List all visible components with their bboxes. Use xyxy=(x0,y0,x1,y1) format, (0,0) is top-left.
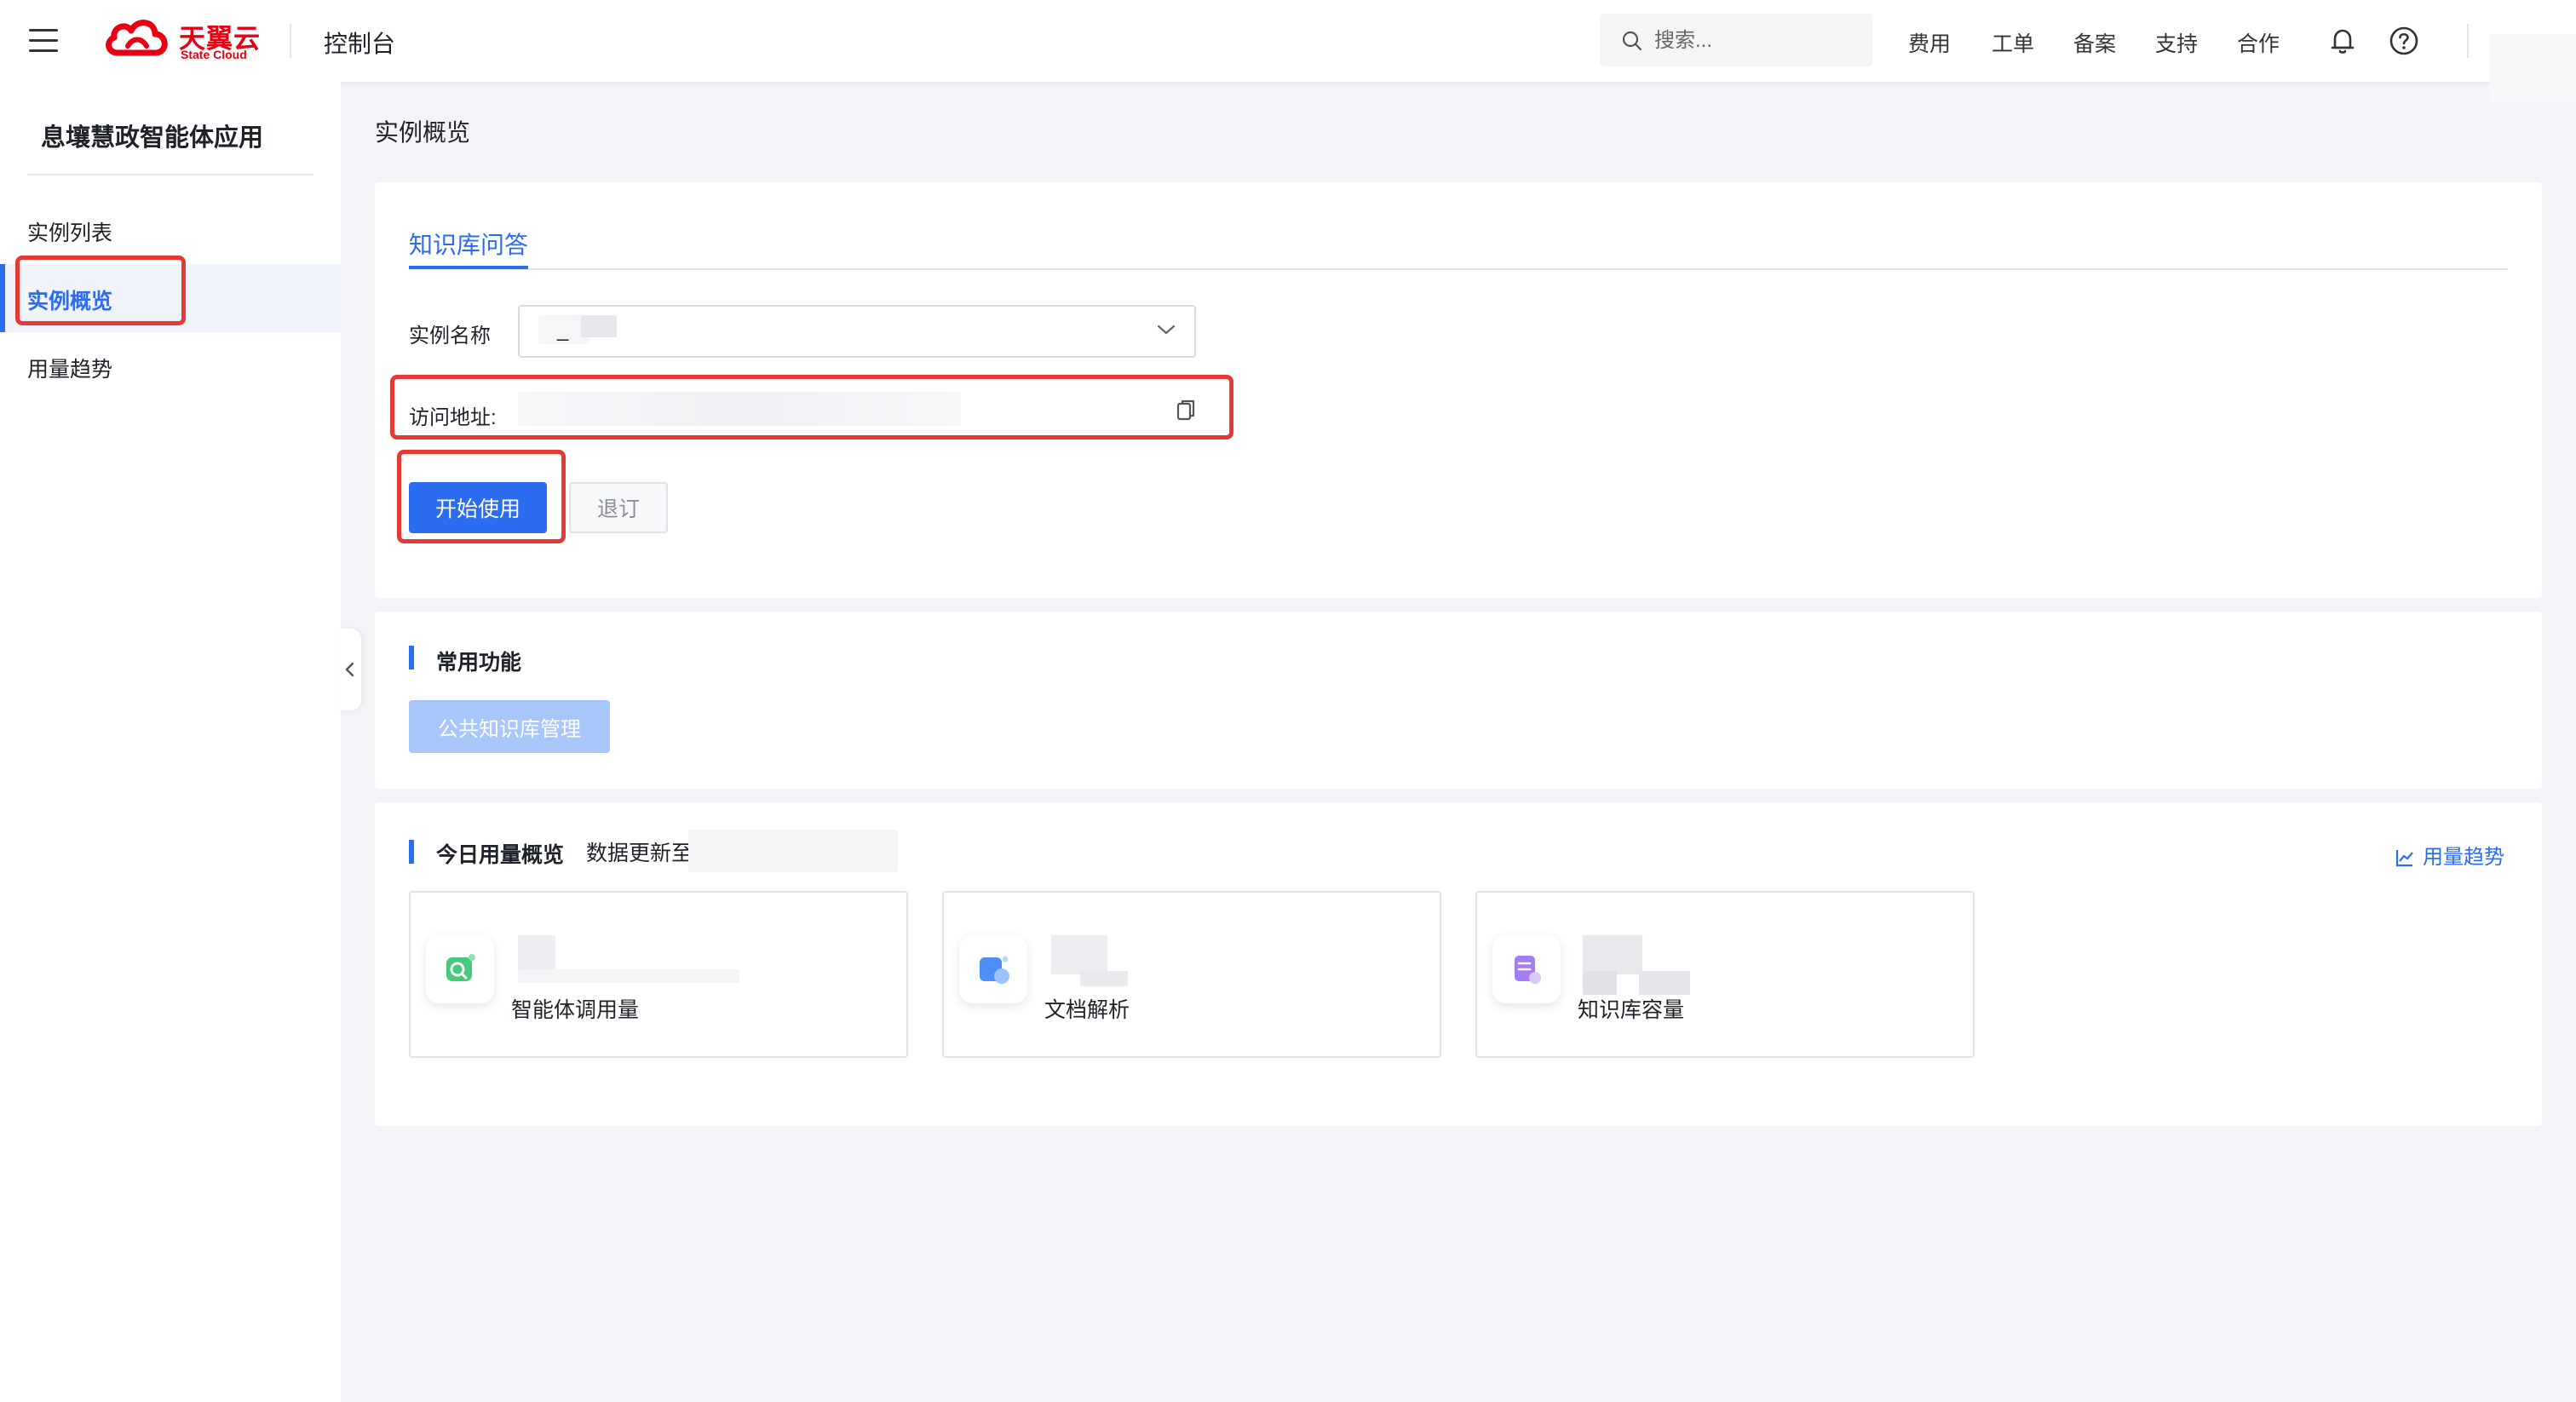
line-chart-icon xyxy=(2395,850,2413,867)
tab-divider xyxy=(409,268,2508,270)
start-using-button[interactable]: 开始使用 xyxy=(409,482,547,533)
divider xyxy=(290,24,291,58)
sidebar-item-label: 实例概览 xyxy=(27,290,113,313)
stat-label: 文档解析 xyxy=(1044,998,1130,1022)
section-title: 今日用量概览 xyxy=(436,843,565,867)
redacted-block xyxy=(1639,971,1690,995)
instance-card: 知识库问答 实例名称 _ 访问地址: 开始使用 退订 xyxy=(375,182,2542,598)
nav-support[interactable]: 支持 xyxy=(2155,27,2198,58)
page-title: 实例概览 xyxy=(375,119,471,146)
hamburger-icon[interactable] xyxy=(29,26,60,56)
sidebar-collapse-toggle[interactable] xyxy=(337,629,361,710)
chevron-left-icon xyxy=(345,662,354,677)
sidebar-item-label: 实例列表 xyxy=(27,221,113,245)
stat-label: 知识库容量 xyxy=(1578,998,1685,1022)
redacted-block xyxy=(581,315,617,337)
search-icon xyxy=(1622,31,1642,51)
data-update-label: 数据更新至 xyxy=(586,842,693,865)
brand-subtitle: State Cloud xyxy=(181,48,247,61)
top-bar: 天翼云 State Cloud 控制台 费用 工单 备案 支持 合作 xyxy=(0,0,2576,82)
search-input[interactable] xyxy=(1653,26,1860,56)
agent-icon xyxy=(426,935,494,1003)
sidebar-item-usage-trend[interactable]: 用量趋势 xyxy=(0,332,341,400)
redacted-block xyxy=(1080,971,1128,986)
common-functions-card: 常用功能 公共知识库管理 xyxy=(375,612,2542,789)
bell-icon[interactable] xyxy=(2327,26,2358,56)
instance-name-label: 实例名称 xyxy=(409,325,491,348)
instance-name-select[interactable]: _ xyxy=(518,305,1196,358)
cloud-logo-icon[interactable] xyxy=(102,15,170,63)
section-title: 常用功能 xyxy=(436,651,522,675)
divider xyxy=(2467,24,2469,58)
usage-overview-card: 今日用量概览 数据更新至 用量趋势 智能体调用量 文档解析 知识库容量 xyxy=(375,802,2542,1126)
usage-trend-link[interactable]: 用量趋势 xyxy=(2395,840,2504,870)
copy-icon[interactable] xyxy=(1176,399,1198,422)
nav-tickets[interactable]: 工单 xyxy=(1992,27,2034,58)
sidebar-title: 息壤慧政智能体应用 xyxy=(41,124,264,152)
nav-fees[interactable]: 费用 xyxy=(1908,27,1951,58)
sidebar-item-label: 用量趋势 xyxy=(27,358,113,382)
unsubscribe-button[interactable]: 退订 xyxy=(569,482,668,533)
divider xyxy=(27,174,313,175)
sidebar: 息壤慧政智能体应用 实例列表 实例概览 用量趋势 xyxy=(0,82,341,1402)
sidebar-item-instance-list[interactable]: 实例列表 xyxy=(0,196,341,264)
redacted-block xyxy=(1051,935,1107,974)
stat-label: 智能体调用量 xyxy=(511,998,640,1022)
console-title[interactable]: 控制台 xyxy=(324,26,395,60)
tab-active-indicator xyxy=(409,266,528,269)
redacted-block xyxy=(1583,971,1617,995)
nav-filing[interactable]: 备案 xyxy=(2073,27,2116,58)
public-knowledge-base-button[interactable]: 公共知识库管理 xyxy=(409,700,610,753)
tab-knowledge-qa[interactable]: 知识库问答 xyxy=(409,227,528,261)
avatar[interactable] xyxy=(2489,34,2576,102)
document-icon xyxy=(959,935,1027,1003)
nav-partners[interactable]: 合作 xyxy=(2237,27,2280,58)
database-icon xyxy=(1492,935,1561,1003)
section-marker xyxy=(409,840,414,864)
access-address-value xyxy=(518,392,961,426)
instance-name-value: _ xyxy=(557,319,569,342)
stat-card-knowledge-capacity: 知识库容量 xyxy=(1475,891,1975,1058)
usage-trend-label: 用量趋势 xyxy=(2423,846,2504,869)
redacted-block xyxy=(1583,935,1642,974)
help-icon[interactable] xyxy=(2389,26,2419,56)
stat-card-agent-calls: 智能体调用量 xyxy=(409,891,908,1058)
access-address-label: 访问地址: xyxy=(409,406,497,429)
redacted-block xyxy=(688,830,898,872)
section-marker xyxy=(409,646,414,669)
redacted-block xyxy=(518,969,739,983)
sidebar-item-instance-overview[interactable]: 实例概览 xyxy=(0,264,341,332)
search-box[interactable] xyxy=(1600,14,1872,66)
stat-card-document-parsing: 文档解析 xyxy=(942,891,1441,1058)
chevron-down-icon xyxy=(1157,325,1176,335)
